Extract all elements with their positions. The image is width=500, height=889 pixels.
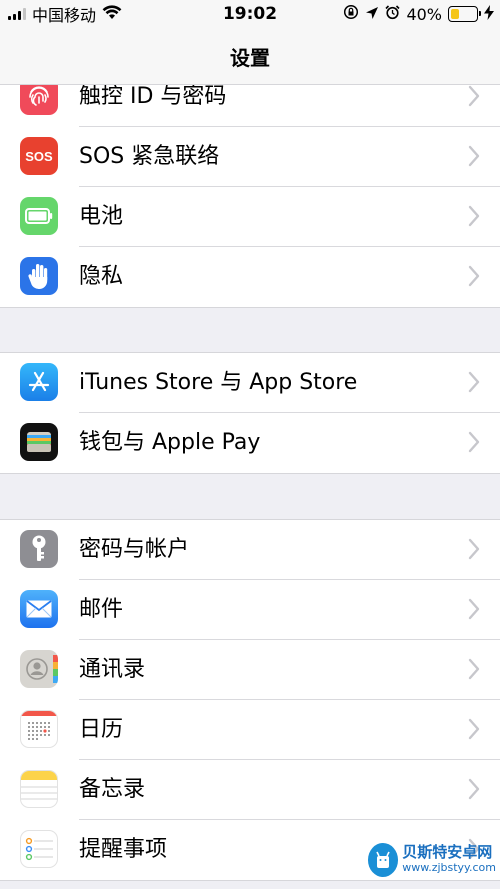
watermark-url: www.zjbstyy.com — [402, 861, 496, 874]
chevron-right-icon — [468, 371, 480, 393]
chevron-right-icon — [468, 778, 480, 800]
key-icon — [20, 530, 58, 568]
row-label: 日历 — [79, 717, 124, 742]
rotation-lock-icon — [343, 4, 359, 24]
watermark-logo-icon — [368, 843, 399, 877]
status-right: 40% — [343, 4, 494, 24]
hand-icon — [20, 257, 58, 295]
row-label: SOS 紧急联络 — [79, 144, 220, 169]
settings-row-emergency-sos[interactable]: SOS SOS 紧急联络 — [0, 127, 500, 187]
notes-icon — [20, 770, 58, 808]
watermark-title: 贝斯特安卓网 — [402, 843, 493, 861]
settings-row-privacy[interactable]: 隐私 — [0, 247, 500, 307]
status-bar: 中国移动 19:02 40% — [0, 0, 500, 28]
row-label: iTunes Store 与 App Store — [79, 370, 358, 395]
navigation-bar: 设置 — [0, 28, 500, 85]
watermark-text: 贝斯特安卓网 www.zjbstyy.com — [402, 844, 496, 876]
battery-indicator-icon — [448, 6, 481, 22]
location-icon — [365, 5, 379, 24]
settings-row-calendar[interactable]: 日历 — [0, 700, 500, 760]
row-label: 提醒事项 — [79, 837, 168, 862]
battery-icon — [20, 197, 58, 235]
settings-row-contacts[interactable]: 通讯录 — [0, 640, 500, 700]
settings-group-store: iTunes Store 与 App Store 钱包与 Apple Pay — [0, 352, 500, 474]
row-label: 通讯录 — [79, 657, 146, 682]
settings-group-security: 触控 ID 与密码 SOS SOS 紧急联络 电池 隐私 — [0, 66, 500, 308]
row-label: 隐私 — [79, 264, 124, 289]
row-label: 钱包与 Apple Pay — [79, 430, 261, 455]
chevron-right-icon — [468, 205, 480, 227]
row-label: 电池 — [79, 204, 124, 229]
reminders-icon — [20, 830, 58, 868]
mail-icon — [20, 590, 58, 628]
chevron-right-icon — [468, 718, 480, 740]
chevron-right-icon — [468, 431, 480, 453]
row-label: 备忘录 — [79, 777, 146, 802]
row-label: 密码与帐户 — [79, 537, 190, 562]
charging-bolt-icon — [484, 4, 494, 24]
chevron-right-icon — [468, 265, 480, 287]
app-store-icon — [20, 363, 58, 401]
chevron-right-icon — [468, 538, 480, 560]
chevron-right-icon — [468, 85, 480, 107]
sos-icon: SOS — [20, 137, 58, 175]
settings-row-wallet[interactable]: 钱包与 Apple Pay — [0, 413, 500, 473]
settings-row-passwords-accounts[interactable]: 密码与帐户 — [0, 520, 500, 580]
settings-row-battery[interactable]: 电池 — [0, 187, 500, 247]
page-title: 设置 — [230, 46, 270, 70]
row-label: 邮件 — [79, 597, 124, 622]
settings-row-notes[interactable]: 备忘录 — [0, 760, 500, 820]
settings-row-mail[interactable]: 邮件 — [0, 580, 500, 640]
settings-group-apps: 密码与帐户 邮件 通讯录 日历 备忘录 提醒事项 — [0, 519, 500, 881]
settings-row-itunes-app-store[interactable]: iTunes Store 与 App Store — [0, 353, 500, 413]
chevron-right-icon — [468, 598, 480, 620]
calendar-icon — [20, 710, 58, 748]
site-watermark: 贝斯特安卓网 www.zjbstyy.com — [368, 835, 496, 885]
chevron-right-icon — [468, 658, 480, 680]
alarm-icon — [385, 4, 401, 24]
battery-percent: 40% — [406, 4, 442, 24]
wallet-icon — [20, 423, 58, 461]
contacts-icon — [20, 650, 58, 688]
chevron-right-icon — [468, 145, 480, 167]
row-label: 触控 ID 与密码 — [79, 84, 227, 109]
